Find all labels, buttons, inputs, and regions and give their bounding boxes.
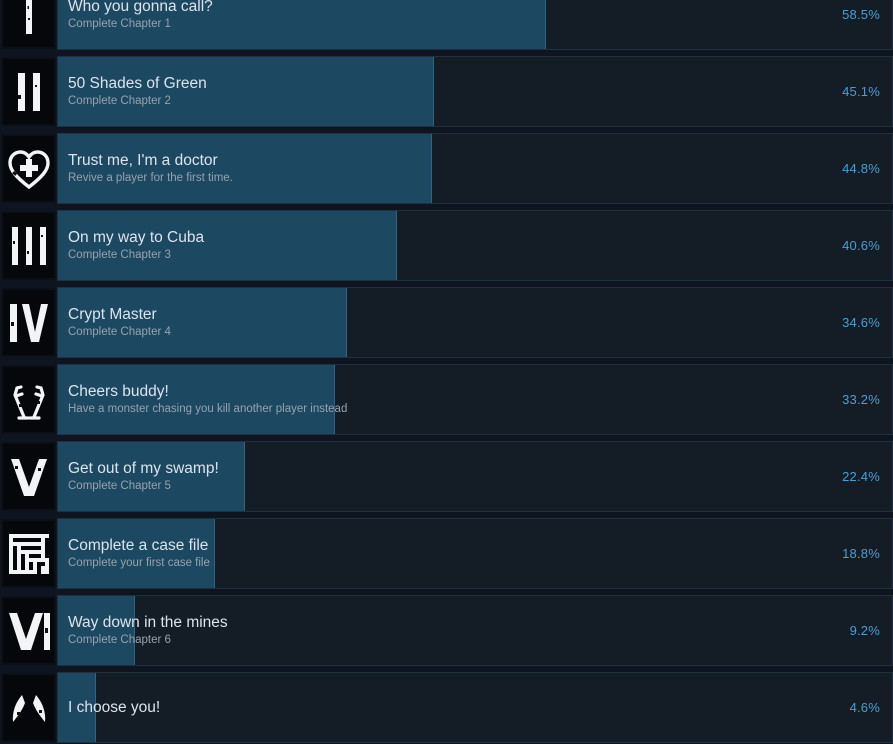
achievement-text: Who you gonna call? Complete Chapter 1 xyxy=(58,0,892,49)
achievement-description: Complete Chapter 2 xyxy=(68,95,171,107)
achievement-description: Revive a player for the first time. xyxy=(68,172,233,184)
achievement-text: Way down in the mines Complete Chapter 6 xyxy=(58,596,892,665)
achievement-title: Complete a case file xyxy=(68,537,209,554)
achievement-row[interactable]: On my way to Cuba Complete Chapter 3 40.6% xyxy=(0,210,893,281)
achievement-text: Crypt Master Complete Chapter 4 xyxy=(58,288,892,357)
achievement-text: I choose you! xyxy=(58,673,892,742)
achievement-progress-bar: I choose you! 4.6% xyxy=(57,672,893,743)
achievement-progress-bar: Who you gonna call? Complete Chapter 1 58.… xyxy=(57,0,893,50)
achievement-progress-bar: Trust me, I'm a doctor Revive a player fo… xyxy=(57,133,893,204)
achievement-text: Trust me, I'm a doctor Revive a player fo… xyxy=(58,134,892,203)
achievement-icon-cell xyxy=(0,518,57,589)
achievement-progress-bar: Get out of my swamp! Complete Chapter 5 22… xyxy=(57,441,893,512)
achievement-description: Have a monster chasing you kill another … xyxy=(68,403,348,415)
achievement-icon-cell xyxy=(0,441,57,512)
achievement-row[interactable]: 50 Shades of Green Complete Chapter 2 45.1… xyxy=(0,56,893,127)
achievement-description: Complete Chapter 4 xyxy=(68,326,171,338)
achievement-title: Get out of my swamp! xyxy=(68,460,219,477)
achievement-icon-cell xyxy=(0,595,57,666)
achievement-row[interactable]: Complete a case file Complete your first … xyxy=(0,518,893,589)
achievement-row[interactable]: Crypt Master Complete Chapter 4 34.6% xyxy=(0,287,893,358)
achievement-row[interactable]: Way down in the mines Complete Chapter 69… xyxy=(0,595,893,666)
achievement-row[interactable]: Get out of my swamp! Complete Chapter 5 22… xyxy=(0,441,893,512)
roman-numeral-six-icon xyxy=(3,598,54,663)
achievement-text: 50 Shades of Green Complete Chapter 2 xyxy=(58,57,892,126)
roman-numeral-five-icon xyxy=(3,444,54,509)
achievement-description: Complete your first case file xyxy=(68,557,210,569)
achievement-icon-cell xyxy=(0,56,57,127)
achievement-text: On my way to Cuba Complete Chapter 3 xyxy=(58,211,892,280)
achievement-title: Who you gonna call? xyxy=(68,0,213,15)
maze-icon xyxy=(3,521,54,586)
achievement-description: Complete Chapter 1 xyxy=(68,18,171,30)
achievement-row[interactable]: Cheers buddy! Have a monster chasing you … xyxy=(0,364,893,435)
achievement-text: Get out of my swamp! Complete Chapter 5 xyxy=(58,442,892,511)
achievement-progress-bar: Way down in the mines Complete Chapter 69… xyxy=(57,595,893,666)
achievement-title: Trust me, I'm a doctor xyxy=(68,152,218,169)
achievement-icon-cell xyxy=(0,672,57,743)
achievement-description: Complete Chapter 3 xyxy=(68,249,171,261)
achievement-icon-cell xyxy=(0,0,57,50)
achievement-title: I choose you! xyxy=(68,699,161,716)
achievement-row[interactable]: I choose you! 4.6% xyxy=(0,672,893,743)
achievement-progress-bar: Cheers buddy! Have a monster chasing you … xyxy=(57,364,893,435)
claws-icon xyxy=(3,675,54,740)
achievement-progress-bar: 50 Shades of Green Complete Chapter 2 45.1… xyxy=(57,56,893,127)
achievement-description: Complete Chapter 5 xyxy=(68,480,171,492)
achievement-icon-cell xyxy=(0,287,57,358)
clinking-bottles-icon xyxy=(3,367,54,432)
achievement-text: Complete a case file Complete your first … xyxy=(58,519,892,588)
achievement-progress-bar: Crypt Master Complete Chapter 4 34.6% xyxy=(57,287,893,358)
achievement-title: Way down in the mines xyxy=(68,614,228,631)
achievement-row[interactable]: Trust me, I'm a doctor Revive a player fo… xyxy=(0,133,893,204)
achievement-progress-bar: On my way to Cuba Complete Chapter 3 40.6% xyxy=(57,210,893,281)
achievement-text: Cheers buddy! Have a monster chasing you … xyxy=(58,365,892,434)
achievement-title: 50 Shades of Green xyxy=(68,75,207,92)
heart-cross-icon xyxy=(3,136,54,201)
achievement-progress-bar: Complete a case file Complete your first … xyxy=(57,518,893,589)
roman-numeral-three-icon xyxy=(3,213,54,278)
achievement-description: Complete Chapter 6 xyxy=(68,634,171,646)
achievement-title: Crypt Master xyxy=(68,306,157,323)
achievement-list: Who you gonna call? Complete Chapter 1 58.… xyxy=(0,0,893,743)
roman-numeral-one-icon xyxy=(3,0,54,47)
achievement-icon-cell xyxy=(0,364,57,435)
roman-numeral-four-icon xyxy=(3,290,54,355)
roman-numeral-two-icon xyxy=(3,59,54,124)
achievement-title: Cheers buddy! xyxy=(68,383,169,400)
achievement-icon-cell xyxy=(0,133,57,204)
achievement-row[interactable]: Who you gonna call? Complete Chapter 1 58.… xyxy=(0,0,893,50)
achievement-title: On my way to Cuba xyxy=(68,229,205,246)
achievement-icon-cell xyxy=(0,210,57,281)
